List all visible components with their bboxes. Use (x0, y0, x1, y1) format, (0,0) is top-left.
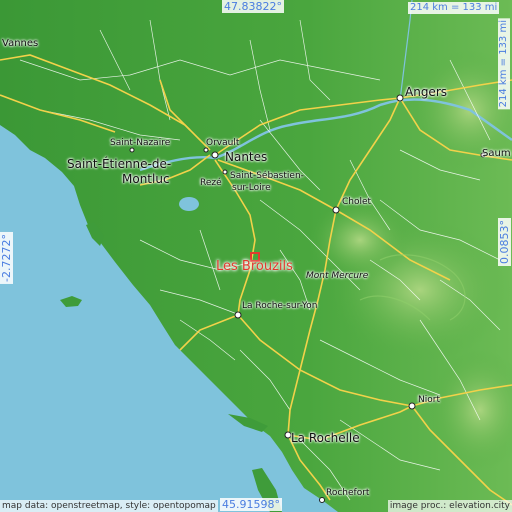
city-label-saint-etienne-line2: Montluc (122, 172, 170, 186)
city-label-saint-nazaire: Saint-Nazaire (110, 138, 171, 148)
city-label-saint-sebastien-line2: sur-Loire (232, 183, 271, 193)
credit-map-data: map data: openstreetmap, style: opentopo… (0, 500, 218, 512)
scale-vertical: 214 km = 133 mi (498, 18, 510, 110)
city-label-vannes: Vannes (2, 38, 39, 49)
city-label-angers: Angers (405, 85, 447, 99)
scale-horizontal: 214 km = 133 mi (408, 2, 500, 14)
coord-left: -2.7272° (0, 232, 13, 284)
city-label-orvault: Orvault (206, 138, 240, 148)
city-label-nantes: Nantes (225, 150, 268, 164)
city-label-reze: Rezé (200, 178, 222, 188)
coord-right: 0.0853° (498, 218, 511, 266)
coord-bottom: 45.91598° (220, 498, 282, 511)
credit-image-proc: image proc.: elevation.city (387, 500, 512, 512)
city-label-cholet: Cholet (342, 197, 372, 207)
coord-top: 47.83822° (222, 0, 284, 13)
city-label-saint-sebastien-line1: Saint-Sébastien- (230, 171, 304, 181)
city-label-saint-etienne-line1: Saint-Étienne-de- (67, 157, 172, 171)
city-label-niort: Niort (418, 395, 440, 405)
place-label: Les Brouzils (216, 259, 293, 274)
city-label-la-rochelle: La Rochelle (291, 431, 360, 445)
peak-label-mont-mercure: Mont Mercure (306, 271, 369, 281)
city-label-la-roche-sur-yon: La Roche-sur-Yon (242, 301, 318, 311)
topographic-map[interactable] (0, 0, 512, 512)
city-label-rochefort: Rochefort (326, 488, 370, 498)
lake (179, 197, 199, 211)
city-label-saumur: Saum (482, 148, 511, 159)
